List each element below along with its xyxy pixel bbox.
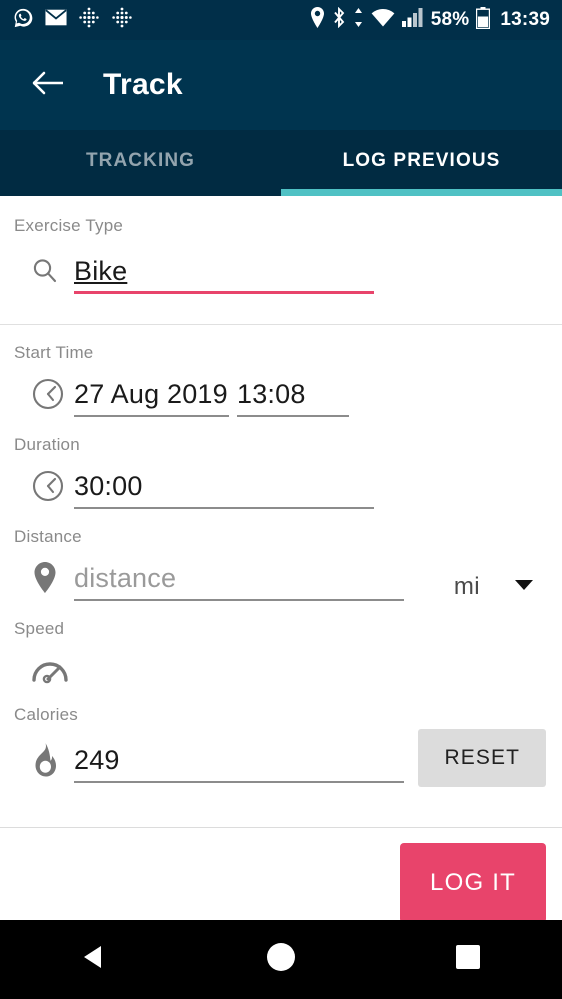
exercise-type-value: Bike xyxy=(74,256,127,287)
square-recents-icon xyxy=(455,944,481,975)
exercise-type-label: Exercise Type xyxy=(0,196,562,236)
clock-icon xyxy=(30,371,74,417)
duration-input[interactable]: 30:00 xyxy=(74,463,374,509)
exercise-type-underline xyxy=(74,291,374,294)
app-bar: Track xyxy=(0,40,562,130)
fitbit-icon xyxy=(78,7,100,34)
caret-down-icon xyxy=(514,578,534,597)
triangle-back-icon xyxy=(79,942,109,977)
log-it-button[interactable]: LOG IT xyxy=(400,843,546,923)
exercise-type-section: Exercise Type Bike xyxy=(0,196,562,324)
nav-recents-button[interactable] xyxy=(375,944,562,975)
search-icon xyxy=(30,248,74,294)
wifi-icon xyxy=(371,8,395,32)
circle-home-icon xyxy=(265,941,297,978)
tab-active-indicator xyxy=(281,189,562,196)
battery-icon xyxy=(476,7,490,34)
nav-back-button[interactable] xyxy=(0,942,187,977)
distance-input[interactable]: distance xyxy=(74,555,404,601)
system-nav-bar xyxy=(0,920,562,999)
status-bar-clock: 13:39 xyxy=(500,9,550,31)
tab-log-previous[interactable]: LOG PREVIOUS xyxy=(281,130,562,196)
tab-tracking[interactable]: TRACKING xyxy=(0,130,281,196)
start-date-input[interactable]: 27 Aug 2019 xyxy=(74,371,229,417)
footer-bar: LOG IT xyxy=(0,828,562,914)
duration-section: Duration 30:00 xyxy=(0,417,562,509)
bluetooth-icon xyxy=(332,7,346,33)
start-time-section: Start Time 27 Aug 2019 13:08 xyxy=(0,325,562,417)
distance-unit-select[interactable]: mi xyxy=(454,573,562,601)
email-icon xyxy=(45,9,67,31)
fitbit-icon xyxy=(111,7,133,34)
speed-value-display xyxy=(74,647,374,693)
reset-button[interactable]: RESET xyxy=(418,729,546,787)
clock-icon xyxy=(30,463,74,509)
page-title: Track xyxy=(103,68,183,102)
start-time-value: 13:08 xyxy=(237,379,306,410)
duration-row: 30:00 xyxy=(0,463,562,509)
start-date-value: 27 Aug 2019 xyxy=(74,379,228,410)
start-time-row: 27 Aug 2019 13:08 xyxy=(0,371,562,417)
exercise-type-input[interactable]: Bike xyxy=(74,248,374,294)
distance-row: distance mi xyxy=(0,555,562,601)
start-time-underline xyxy=(237,415,349,417)
location-icon xyxy=(310,7,325,33)
start-date-underline xyxy=(74,415,229,417)
arrow-left-icon xyxy=(31,70,65,101)
start-time-input[interactable]: 13:08 xyxy=(237,371,349,417)
distance-underline xyxy=(74,599,404,601)
calories-input[interactable]: 249 xyxy=(74,737,404,783)
form-body: Exercise Type Bike Start Time xyxy=(0,196,562,914)
speed-label: Speed xyxy=(0,601,562,639)
distance-unit-value: mi xyxy=(454,573,480,601)
distance-label: Distance xyxy=(0,509,562,547)
whatsapp-icon xyxy=(12,7,34,34)
back-button[interactable] xyxy=(26,63,70,107)
speed-row xyxy=(0,647,562,693)
distance-section: Distance distance mi xyxy=(0,509,562,601)
location-pin-icon xyxy=(30,555,74,601)
signal-icon xyxy=(402,8,424,32)
status-bar: 58% 13:39 xyxy=(0,0,562,40)
battery-percent: 58% xyxy=(431,9,470,31)
status-bar-right-icons: 58% 13:39 xyxy=(310,7,550,34)
status-bar-left-icons xyxy=(12,7,133,34)
calories-value: 249 xyxy=(74,745,120,776)
tab-bar: TRACKING LOG PREVIOUS xyxy=(0,130,562,196)
distance-placeholder: distance xyxy=(74,563,176,594)
duration-label: Duration xyxy=(0,417,562,455)
calories-row: 249 RESET xyxy=(0,729,562,791)
nav-home-button[interactable] xyxy=(187,941,374,978)
duration-value: 30:00 xyxy=(74,471,143,502)
speedometer-icon xyxy=(30,647,74,693)
flame-icon xyxy=(30,737,74,783)
phone-screen: 58% 13:39 Track TRACKING LOG xyxy=(0,0,562,999)
calories-label: Calories xyxy=(0,693,562,725)
exercise-type-row: Bike xyxy=(0,248,562,294)
duration-underline xyxy=(74,507,374,509)
calories-section: Calories 249 RESET xyxy=(0,693,562,791)
start-time-label: Start Time xyxy=(0,325,562,363)
speed-section: Speed xyxy=(0,601,562,693)
calories-underline xyxy=(74,781,404,783)
data-transfer-icon xyxy=(353,7,364,33)
